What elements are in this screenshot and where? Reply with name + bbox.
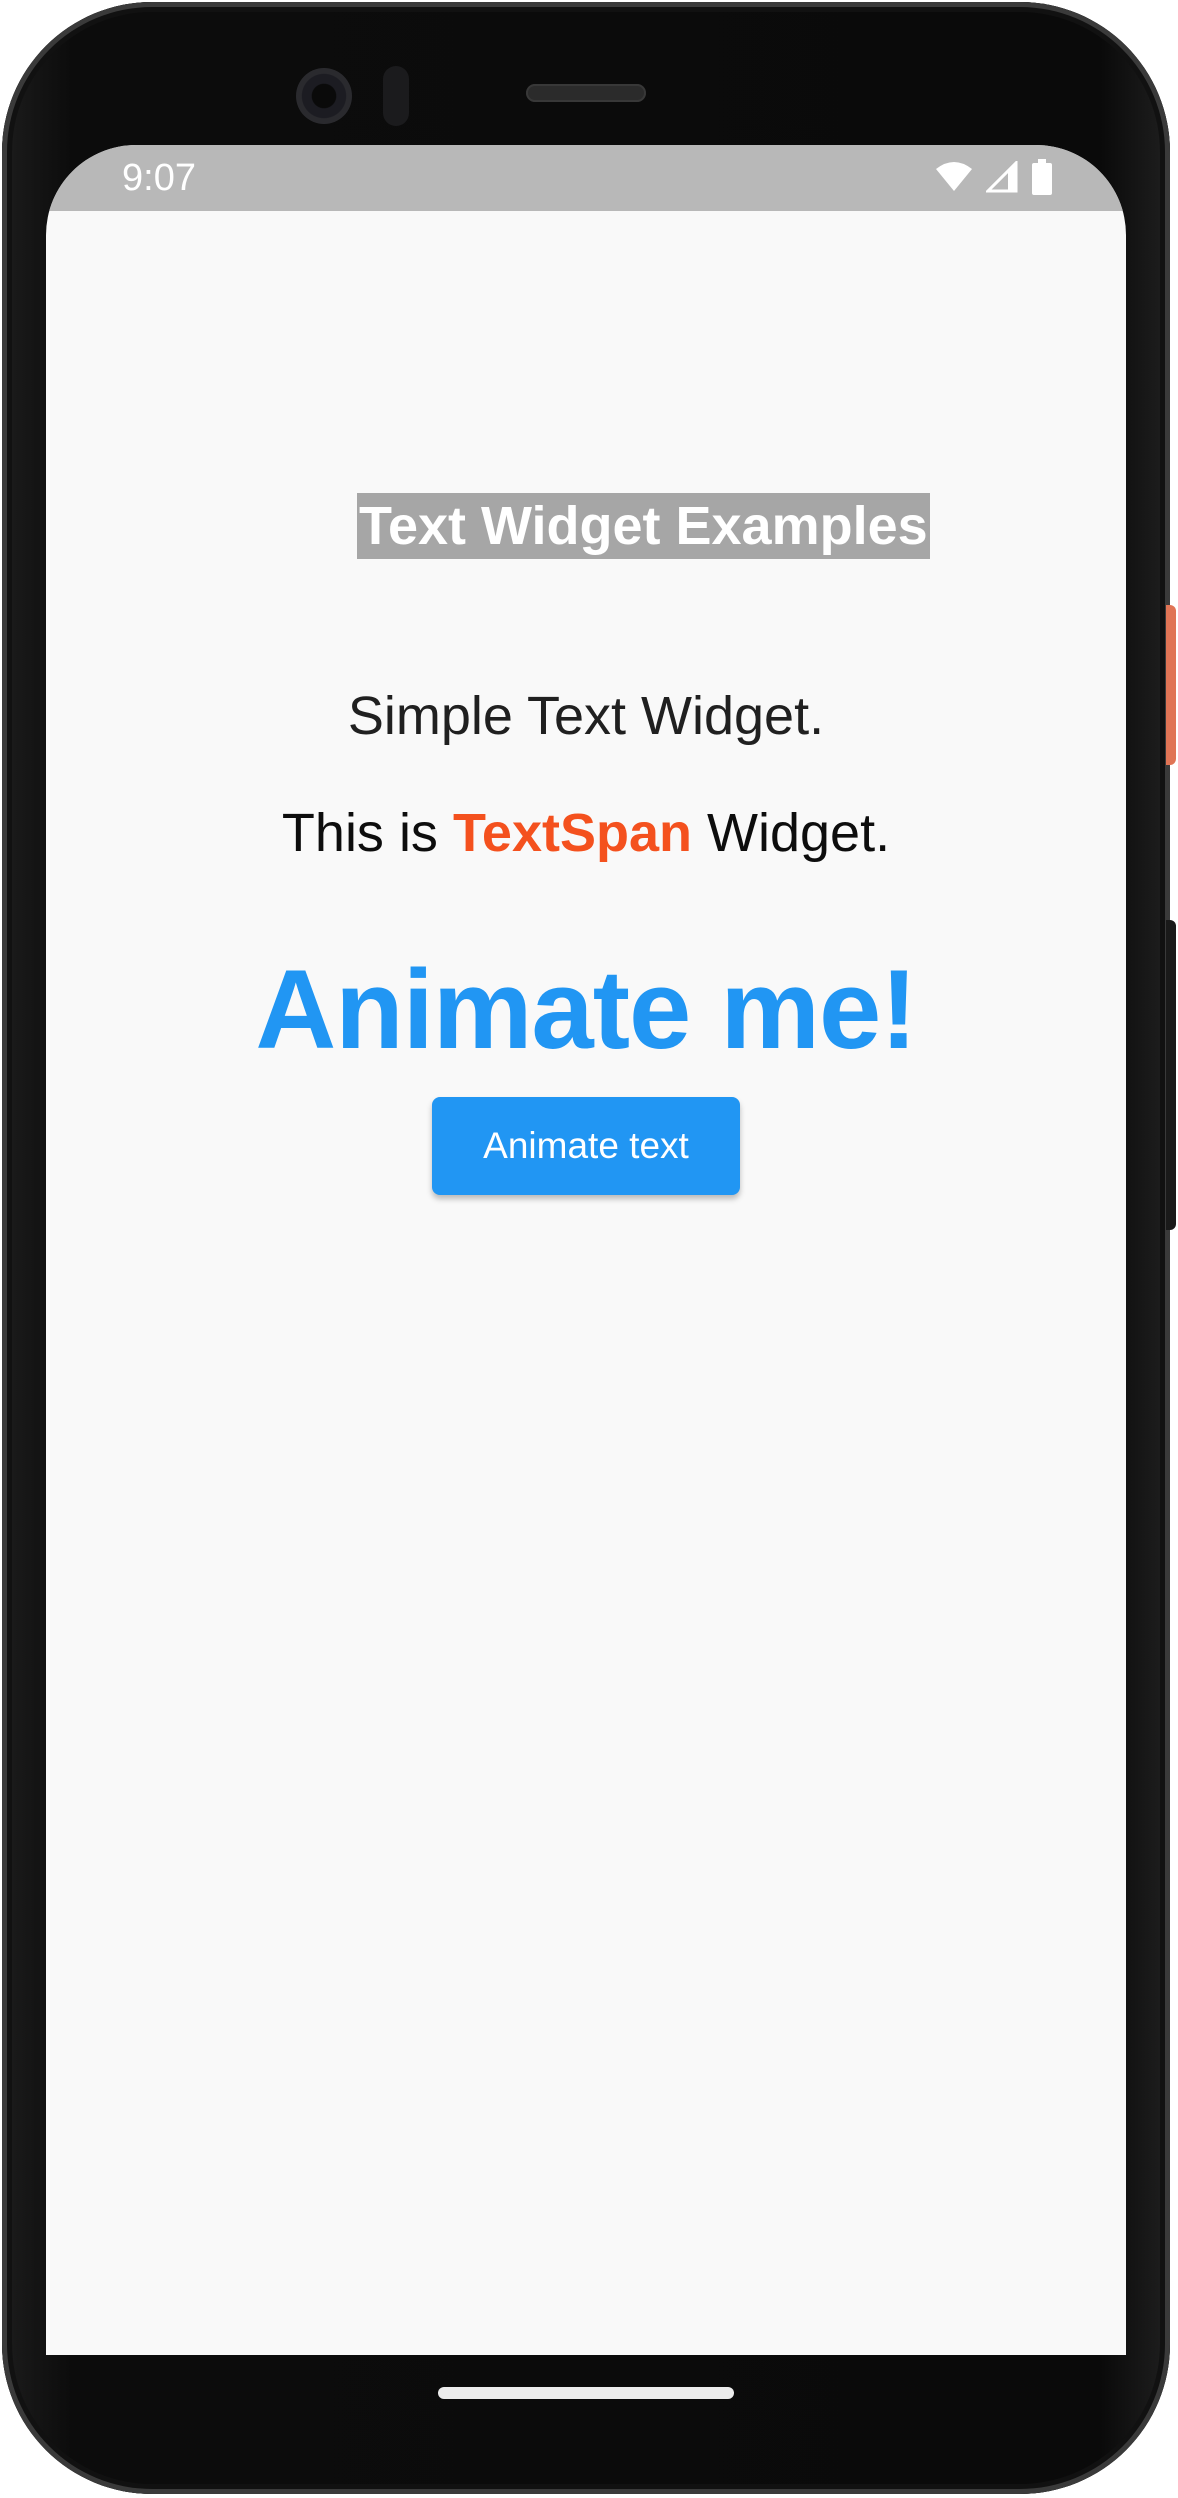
- power-button: [1166, 605, 1176, 765]
- battery-icon: [1032, 159, 1052, 195]
- home-indicator[interactable]: [438, 2387, 734, 2399]
- animate-text-button[interactable]: Animate text: [432, 1097, 740, 1195]
- simple-text-widget: Simple Text Widget.: [347, 686, 825, 746]
- wifi-icon: [936, 162, 972, 191]
- status-time: 9:07: [122, 157, 196, 199]
- status-icons: [936, 159, 1052, 195]
- volume-button: [1166, 920, 1176, 1230]
- textspan-suffix: Widget.: [692, 803, 891, 863]
- textspan-highlight: TextSpan: [452, 803, 692, 863]
- animated-text: Animate me!: [255, 947, 917, 1072]
- textspan-prefix: This is: [281, 803, 453, 863]
- sensor-icon: [383, 66, 409, 126]
- cellular-signal-icon: [986, 161, 1018, 193]
- page-title: Text Widget Examples: [357, 493, 930, 559]
- earpiece-speaker: [526, 84, 646, 102]
- front-camera-icon: [296, 68, 352, 124]
- textspan-line: This is TextSpan Widget.: [46, 802, 1126, 864]
- app-screen: 9:07 Text Widget Examples Simple Text Wi…: [46, 145, 1126, 2355]
- status-bar: 9:07: [46, 145, 1126, 211]
